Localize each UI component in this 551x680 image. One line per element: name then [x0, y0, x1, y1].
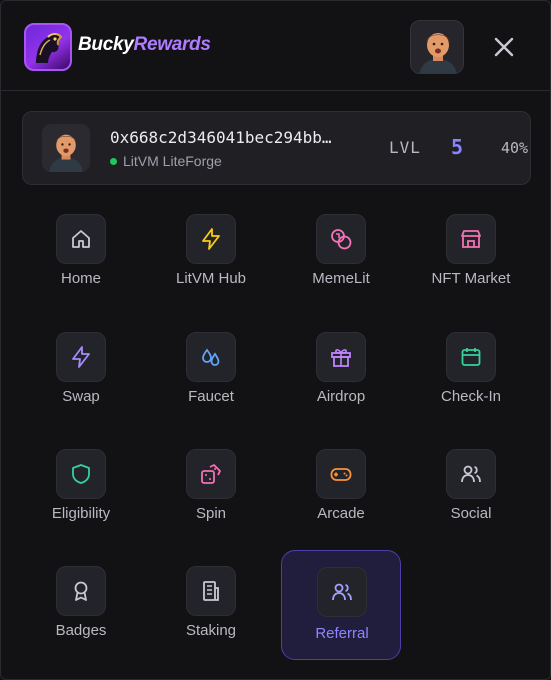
home-icon: [56, 214, 106, 264]
menu-item-label: Spin: [195, 505, 227, 522]
status-dot-icon: [110, 157, 117, 165]
menu-item-memelit[interactable]: MemeLit: [281, 212, 401, 322]
menu-item-label: Eligibility: [51, 505, 111, 522]
menu-item-badges[interactable]: Badges: [21, 564, 141, 674]
menu-item-airdrop[interactable]: Airdrop: [281, 330, 401, 440]
menu-item-label: NFT Market: [431, 270, 511, 287]
wallet-avatar: [42, 124, 90, 172]
menu-item-home[interactable]: Home: [21, 212, 141, 322]
menu-item-litvm-hub[interactable]: LitVM Hub: [151, 212, 271, 322]
calendar-icon: [446, 332, 496, 382]
menu-item-faucet[interactable]: Faucet: [151, 330, 271, 440]
storefront-icon: [446, 214, 496, 264]
gamepad-icon: [316, 449, 366, 499]
close-icon: [494, 37, 514, 57]
header: BuckyRewards: [1, 1, 551, 91]
menu-item-spin[interactable]: Spin: [151, 447, 271, 557]
lightning-icon: [56, 332, 106, 382]
menu-item-label: Check-In: [440, 388, 502, 405]
level-value: 5: [451, 135, 464, 159]
lightning-icon: [186, 214, 236, 264]
bucky-logo[interactable]: [24, 23, 72, 71]
menu-item-label: Arcade: [317, 505, 365, 522]
menu-item-label: Faucet: [188, 388, 234, 405]
menu-item-social[interactable]: Social: [411, 447, 531, 557]
avatar-icon: [49, 134, 83, 172]
award-icon: [56, 566, 106, 616]
wallet-card[interactable]: 0x668c2d346041bec294bb… LitVM LiteForge …: [22, 111, 531, 185]
menu-item-label: Badges: [55, 622, 107, 639]
brand-name-part1: Bucky: [78, 34, 134, 55]
menu-item-label: Home: [60, 270, 101, 287]
menu-item-swap[interactable]: Swap: [21, 330, 141, 440]
coins-icon: [316, 214, 366, 264]
menu-item-label: Airdrop: [316, 388, 366, 405]
menu-item-referral[interactable]: Referral: [281, 550, 401, 660]
droplets-icon: [186, 332, 236, 382]
menu-item-label: Staking: [185, 622, 237, 639]
users-icon: [317, 567, 367, 617]
menu-item-staking[interactable]: Staking: [151, 564, 271, 674]
shield-icon: [56, 449, 106, 499]
menu-item-check-in[interactable]: Check-In: [411, 330, 531, 440]
avatar-icon: [419, 33, 457, 73]
wallet-address: 0x668c2d346041bec294bb…: [110, 128, 332, 147]
menu-item-label: Referral: [315, 625, 369, 642]
menu-item-eligibility[interactable]: Eligibility: [21, 447, 141, 557]
users-icon: [446, 449, 496, 499]
level-label: LVL: [389, 138, 421, 157]
menu-item-nft-market[interactable]: NFT Market: [411, 212, 531, 322]
brand-name: BuckyRewards: [78, 34, 211, 56]
menu-item-arcade[interactable]: Arcade: [281, 447, 401, 557]
menu-item-label: Social: [450, 505, 492, 522]
menu-item-label: Swap: [62, 388, 100, 405]
menu-item-label: MemeLit: [312, 270, 370, 287]
brand-name-part2: Rewards: [133, 34, 211, 55]
close-button[interactable]: [489, 32, 519, 62]
dice-icon: [186, 449, 236, 499]
gift-icon: [316, 332, 366, 382]
profile-avatar-button[interactable]: [410, 20, 464, 74]
network-name: LitVM LiteForge: [123, 153, 222, 169]
rewards-menu-panel: BuckyRewards 0x668c2d346041bec294bb… Lit…: [0, 0, 551, 680]
level-progress: 40%: [501, 139, 529, 157]
network-status: LitVM LiteForge: [110, 153, 222, 169]
building-icon: [186, 566, 236, 616]
menu-item-label: LitVM Hub: [175, 270, 247, 287]
